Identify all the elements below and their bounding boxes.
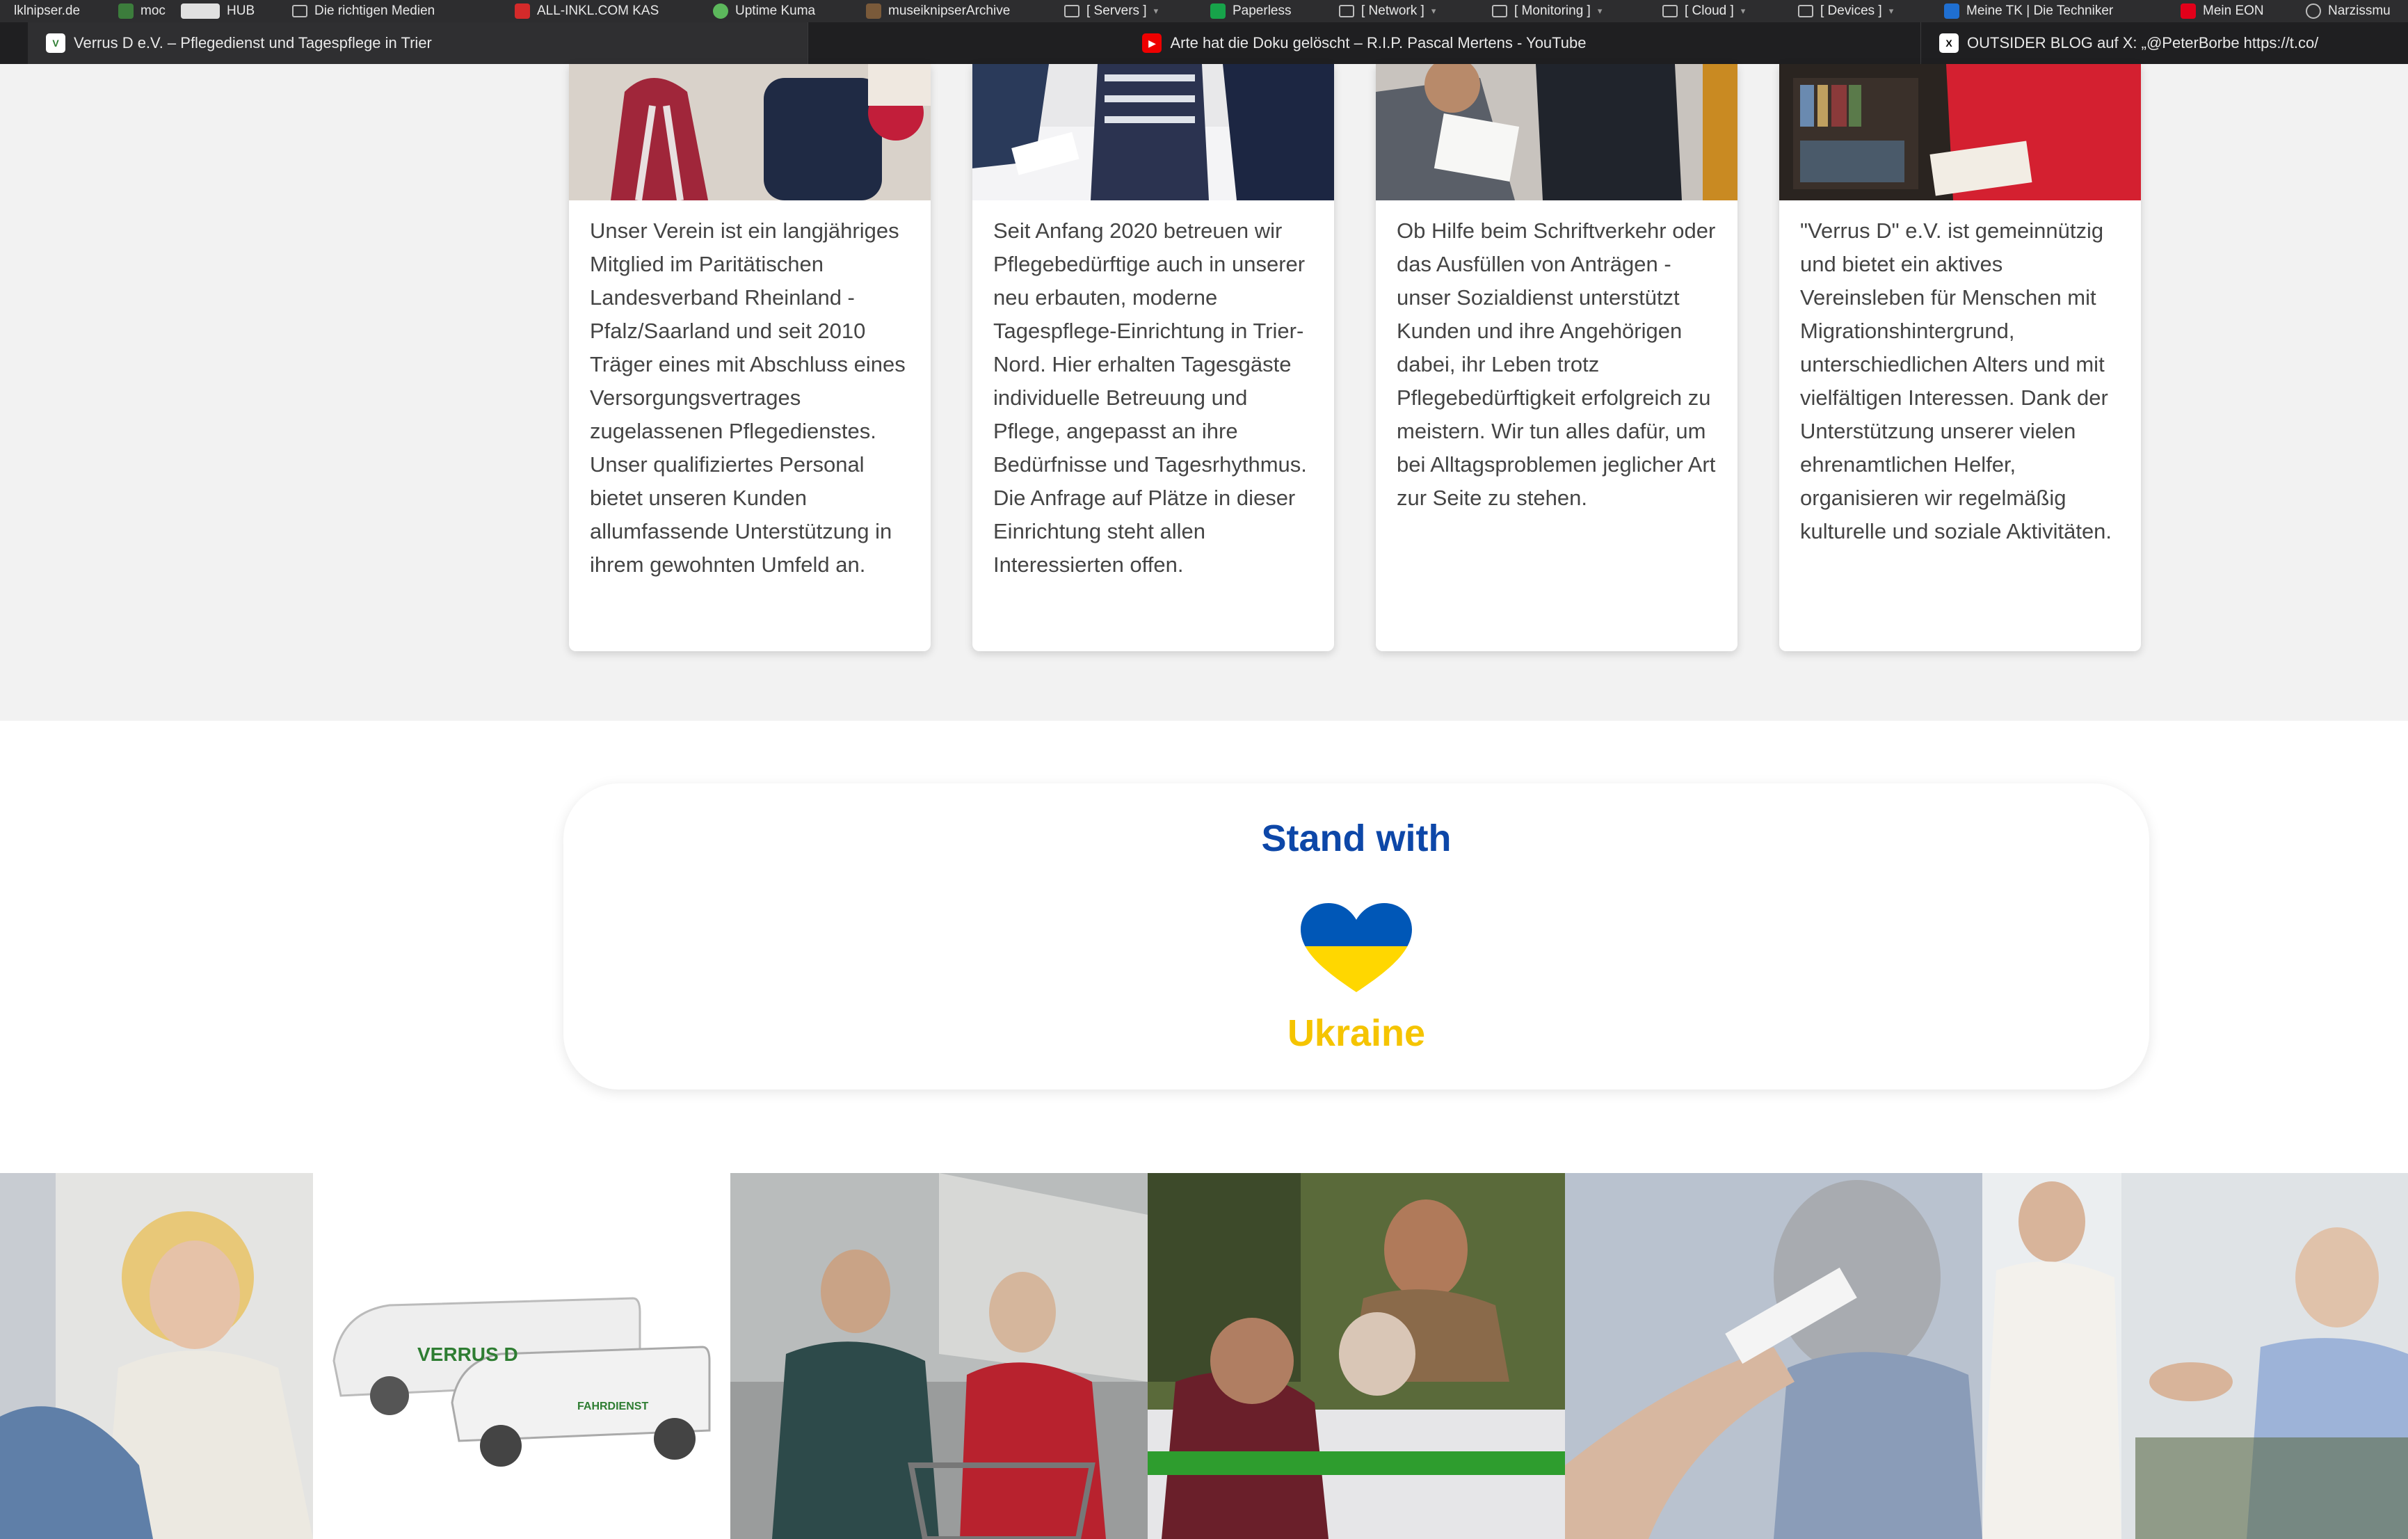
chevron-down-icon: ▾ — [1153, 6, 1159, 16]
bookmark-item[interactable]: Die richtigen Medien — [278, 0, 449, 22]
folder-icon — [1492, 5, 1507, 17]
tab-youtube[interactable]: ▶ Arte hat die Doku gelöscht – R.I.P. Pa… — [808, 22, 1921, 64]
folder-icon — [1339, 5, 1354, 17]
tk-icon — [1944, 3, 1959, 19]
bookmark-label: ALL-INKL.COM KAS — [537, 3, 659, 18]
bookmarks-bar: lklnipser.de moc HUB Die richtigen Medie… — [0, 0, 2408, 22]
tab-title: OUTSIDER BLOG auf X: „@PeterBorbe https:… — [1967, 34, 2319, 51]
bookmark-item[interactable]: [ Cloud ] ▾ — [1648, 0, 1759, 22]
bookmark-item[interactable]: HUB — [167, 0, 268, 22]
logo-icon — [181, 3, 220, 19]
chevron-down-icon: ▾ — [1740, 6, 1746, 16]
chevron-down-icon: ▾ — [1597, 6, 1603, 16]
x-icon: X — [1939, 33, 1959, 53]
bookmark-label: [ Servers ] — [1086, 3, 1147, 18]
bookmark-label: Paperless — [1233, 3, 1292, 18]
kuma-icon — [713, 3, 728, 19]
bookmark-label: [ Cloud ] — [1685, 3, 1734, 18]
bookmark-label: HUB — [227, 3, 255, 18]
bookmark-item[interactable]: Mein EON — [2167, 0, 2278, 22]
youtube-icon: ▶ — [1142, 33, 1162, 53]
leaf-icon — [118, 3, 134, 19]
bookmark-item[interactable]: Narzissmu — [2292, 0, 2405, 22]
service-card-tagespflege: Seit Anfang 2020 betreuen wir Pflegebedü… — [972, 64, 1334, 651]
card-photo — [972, 64, 1334, 200]
green-accent-strip — [1148, 1451, 1565, 1475]
verrus-favicon-icon: V — [46, 33, 65, 53]
bookmark-item[interactable]: Meine TK | Die Techniker — [1930, 0, 2127, 22]
eon-icon — [2181, 3, 2196, 19]
bookmark-item[interactable]: [ Monitoring ] ▾ — [1478, 0, 1616, 22]
bookmark-label: Narzissmu — [2328, 3, 2391, 18]
bookmark-item[interactable]: ALL-INKL.COM KAS — [501, 0, 673, 22]
gallery-photo-handshake — [1982, 1173, 2408, 1539]
services-section: Unser Verein ist ein langjähriges Mitgli… — [0, 64, 2408, 721]
bookmark-label: Uptime Kuma — [735, 3, 816, 18]
bookmark-label: [ Devices ] — [1820, 3, 1882, 18]
gallery-photo-vans: VERRUS D FAHRDIENST — [313, 1173, 730, 1539]
bookmark-label: [ Monitoring ] — [1514, 3, 1591, 18]
tab-x-blog[interactable]: X OUTSIDER BLOG auf X: „@PeterBorbe http… — [1921, 22, 2408, 64]
folder-icon — [1798, 5, 1813, 17]
service-card-sozialdienst: Ob Hilfe beim Schriftverkehr oder das Au… — [1376, 64, 1737, 651]
stand-with-ukraine-banner[interactable]: Stand with Ukraine — [563, 783, 2149, 1090]
service-card-pflegedienst: Unser Verein ist ein langjähriges Mitgli… — [569, 64, 931, 651]
bookmark-item[interactable]: museiknipserArchive — [852, 0, 1024, 22]
paperless-icon — [1210, 3, 1226, 19]
chevron-down-icon: ▾ — [1888, 6, 1894, 16]
folder-icon — [292, 5, 307, 17]
globe-icon — [2306, 3, 2321, 19]
card-text: Unser Verein ist ein langjähriges Mitgli… — [590, 218, 906, 577]
bookmark-item[interactable]: [ Network ] ▾ — [1325, 0, 1450, 22]
card-text: Seit Anfang 2020 betreuen wir Pflegebedü… — [993, 218, 1307, 577]
gallery-photo-nurse-smiling — [0, 1173, 313, 1539]
bookmark-label: moc — [141, 3, 166, 18]
bookmark-item[interactable]: [ Devices ] ▾ — [1784, 0, 1907, 22]
bookmark-label: [ Network ] — [1361, 3, 1424, 18]
card-photo — [569, 64, 931, 200]
bookmark-item[interactable]: Paperless — [1196, 0, 1306, 22]
gallery-photo-writing — [1148, 1173, 1565, 1539]
swiss-icon — [515, 3, 530, 19]
tab-verrus[interactable]: V Verrus D e.V. – Pflegedienst und Tages… — [28, 22, 808, 64]
card-photo — [1779, 64, 2141, 200]
archive-icon — [866, 3, 881, 19]
bookmark-label: Meine TK | Die Techniker — [1966, 3, 2114, 18]
card-text: Ob Hilfe beim Schriftverkehr oder das Au… — [1397, 218, 1716, 510]
service-card-verein: "Verrus D" e.V. ist gemeinnützig und bie… — [1779, 64, 2141, 651]
folder-icon — [1662, 5, 1678, 17]
bookmark-item[interactable]: [ Servers ] ▾ — [1050, 0, 1172, 22]
tab-title: Arte hat die Doku gelöscht – R.I.P. Pasc… — [1170, 34, 1587, 51]
chevron-down-icon: ▾ — [1431, 6, 1436, 16]
bookmark-item[interactable]: Uptime Kuma — [699, 0, 829, 22]
ukraine-heart-icon — [1301, 903, 1412, 992]
card-photo — [1376, 64, 1737, 200]
bookmark-label: Die richtigen Medien — [314, 3, 435, 18]
page-content: Unser Verein ist ein langjähriges Mitgli… — [0, 64, 2408, 1539]
bookmark-label: Mein EON — [2203, 3, 2264, 18]
photo-gallery: VERRUS D FAHRDIENST — [0, 1173, 2408, 1539]
card-text: "Verrus D" e.V. ist gemeinnützig und bie… — [1800, 218, 2112, 543]
ukraine-text: Ukraine — [1287, 1012, 1426, 1054]
bookmark-item[interactable]: lklnipser.de — [0, 0, 94, 22]
van-brand-text: VERRUS D — [417, 1343, 518, 1365]
gallery-photo-walker — [730, 1173, 1148, 1539]
stand-with-text: Stand with — [1261, 818, 1452, 859]
bookmark-label: lklnipser.de — [14, 3, 81, 18]
gallery-photo-medication — [1565, 1173, 1982, 1539]
van-label-text: FAHRDIENST — [577, 1401, 648, 1412]
folder-icon — [1064, 5, 1079, 17]
tab-bar: V Verrus D e.V. – Pflegedienst und Tages… — [0, 22, 2408, 64]
tab-title: Verrus D e.V. – Pflegedienst und Tagespf… — [74, 34, 432, 51]
bookmark-label: museiknipserArchive — [888, 3, 1011, 18]
